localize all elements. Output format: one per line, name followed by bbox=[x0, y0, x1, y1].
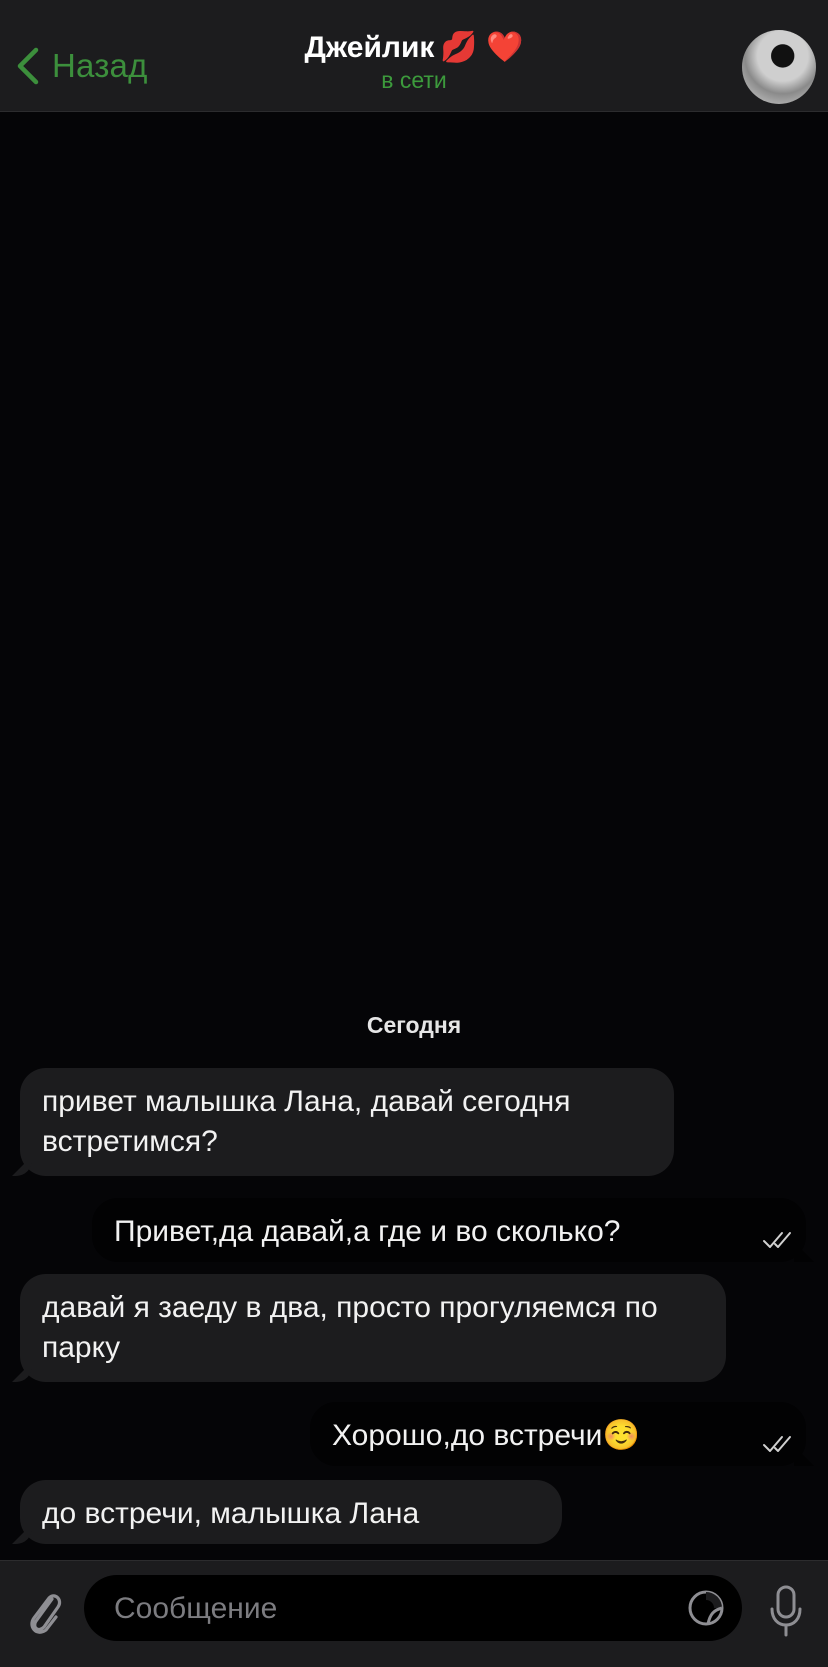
chat-header: Назад Джейлик 💋 ❤️ в сети bbox=[0, 0, 828, 112]
message-text: Хорошо,до встречи☺️ bbox=[332, 1419, 640, 1452]
contact-emojis: 💋 ❤️ bbox=[440, 31, 524, 64]
message-text: до встречи, малышка Лана bbox=[42, 1497, 420, 1530]
sticker-icon[interactable] bbox=[686, 1588, 726, 1628]
message-input[interactable] bbox=[112, 1575, 676, 1643]
message-list[interactable]: Сегодня привет малышка Лана, давай сегод… bbox=[0, 112, 828, 1560]
incoming-message[interactable]: до встречи, малышка Лана bbox=[20, 1480, 562, 1544]
message-field[interactable] bbox=[84, 1575, 742, 1643]
message-text: давай я заеду в два, просто прогуляемся … bbox=[42, 1291, 658, 1364]
contact-name: Джейлик bbox=[304, 30, 435, 64]
microphone-icon[interactable] bbox=[766, 1583, 806, 1641]
double-check-icon bbox=[763, 1232, 791, 1248]
date-separator: Сегодня bbox=[366, 1012, 462, 1038]
message-text: привет малышка Лана, давай сегодня встре… bbox=[42, 1085, 571, 1158]
outgoing-message[interactable]: Хорошо,до встречи☺️ bbox=[310, 1402, 806, 1466]
incoming-message[interactable]: привет малышка Лана, давай сегодня встре… bbox=[20, 1068, 674, 1176]
message-text: Привет,да давай,а где и во сколько? bbox=[114, 1215, 621, 1248]
message-composer bbox=[0, 1560, 828, 1667]
online-status: в сети bbox=[381, 67, 447, 93]
incoming-message[interactable]: давай я заеду в два, просто прогуляемся … bbox=[20, 1274, 726, 1382]
paperclip-icon[interactable] bbox=[22, 1585, 66, 1641]
contact-avatar[interactable] bbox=[742, 30, 816, 104]
chat-title-block[interactable]: Джейлик 💋 ❤️ в сети bbox=[0, 30, 828, 94]
outgoing-message[interactable]: Привет,да давай,а где и во сколько? bbox=[92, 1198, 806, 1262]
double-check-icon bbox=[763, 1436, 791, 1452]
